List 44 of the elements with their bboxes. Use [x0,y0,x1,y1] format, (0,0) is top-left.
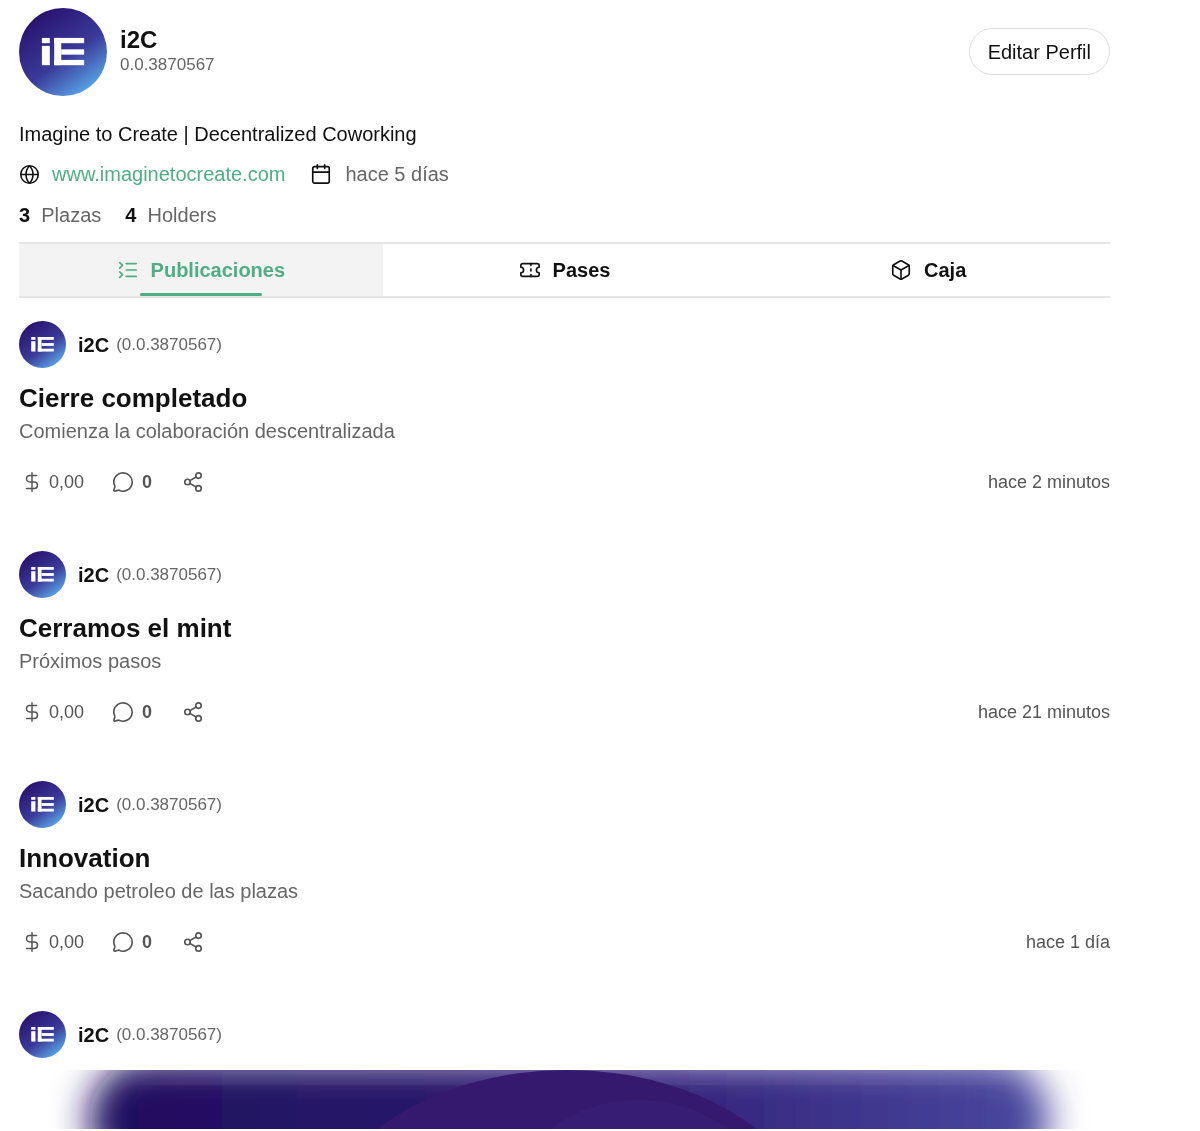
profile-stat: 3 Plazas [19,203,102,228]
calendar-icon [310,163,333,185]
edit-profile-button[interactable]: Editar Perfil [968,28,1110,75]
post-title: Innovation [19,842,152,875]
comment-icon[interactable] [112,471,135,493]
post-time: hace 1 día [1025,930,1110,954]
post-title: Cierre completado [19,382,249,415]
author-name: i2C [78,1022,110,1048]
account-id: 0.0.3870567 [120,54,215,76]
share-icon[interactable] [182,701,205,723]
comment-icon[interactable] [112,931,135,953]
list-icon [116,259,139,281]
post-time: hace 2 minutos [987,470,1110,494]
profile-stat: 4 Holders [125,203,217,228]
author-name: i2C [78,332,110,358]
share-icon[interactable] [182,931,205,953]
joined-date: hace 5 días [345,162,449,187]
author-account: (0.0.3870567) [116,1023,222,1046]
post-title: Cerramos el mint [19,612,233,645]
post-subtitle: Próximos pasos [19,649,163,674]
author-avatar [19,1011,66,1058]
post-subtitle: Sacando petroleo de las plazas [19,879,300,904]
author-name: i2C [78,562,110,588]
tip-amount: 0,00 [49,470,85,494]
post-subtitle: Comienza la colaboración descentralizada [19,419,396,444]
author-account: (0.0.3870567) [116,793,222,816]
comment-count: 0 [142,930,153,954]
author-account: (0.0.3870567) [116,563,222,586]
profile-name: i2C [120,26,159,54]
comment-icon[interactable] [112,701,135,723]
author-avatar [19,321,66,368]
globe-icon [19,163,40,185]
comment-count: 0 [142,470,153,494]
author-name: i2C [78,792,110,818]
cube-icon [890,259,913,281]
comment-count: 0 [142,700,153,724]
author-avatar [19,781,66,828]
tip-amount: 0,00 [49,700,85,724]
tip-amount: 0,00 [49,930,85,954]
post-time: hace 21 minutos [977,700,1110,724]
profile-bio: Imagine to Create | Decentralized Coworking [19,122,418,147]
share-icon[interactable] [182,471,205,493]
author-account: (0.0.3870567) [116,333,222,356]
author-avatar [19,551,66,598]
